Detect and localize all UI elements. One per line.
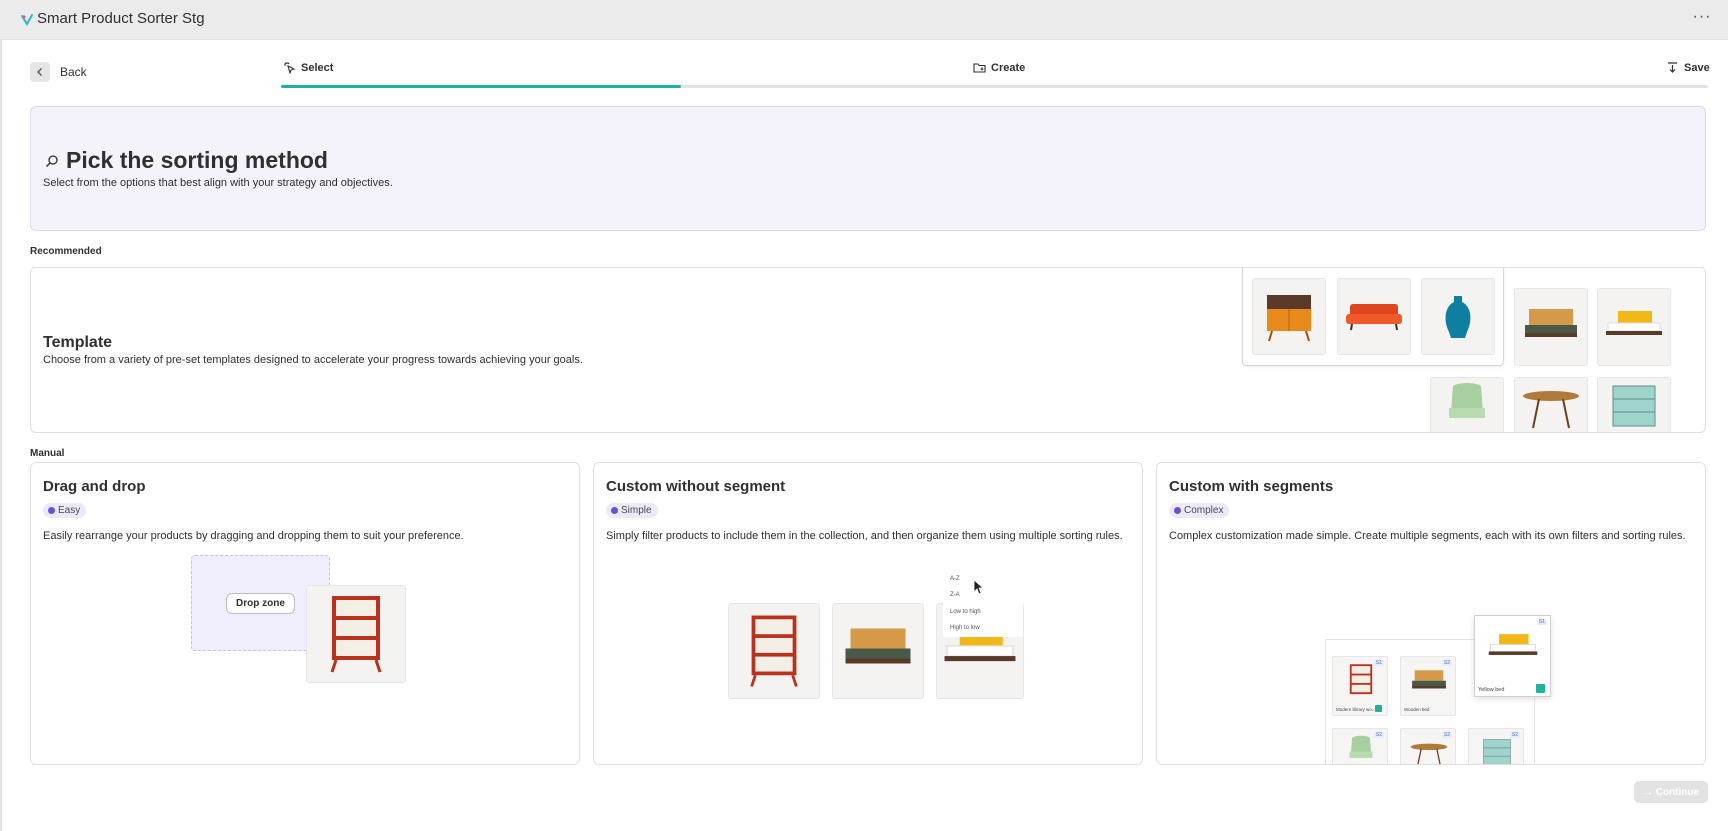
template-preview-group xyxy=(1242,268,1504,366)
difficulty-badge: Complex xyxy=(1169,503,1230,518)
segment-item: S1 Modern library wo... xyxy=(1332,656,1388,716)
segment-count-chip xyxy=(1536,684,1545,693)
step-save[interactable]: Save xyxy=(1666,61,1710,74)
page-title: Pick the sorting method xyxy=(66,147,328,173)
page-subtitle: Select from the options that best align … xyxy=(43,177,393,189)
method-card-drag-and-drop[interactable]: Drag and drop Easy Easily rearrange your… xyxy=(30,462,580,765)
bookshelf-icon xyxy=(1349,664,1373,695)
bed-icon xyxy=(1514,288,1588,366)
section-manual: Manual xyxy=(30,448,65,459)
step-select[interactable]: Select xyxy=(283,61,333,74)
drop-zone-button[interactable]: Drop zone xyxy=(226,593,295,614)
vase-icon xyxy=(1421,278,1495,355)
segment-item-name: Yellow bed xyxy=(1478,687,1505,693)
step-create[interactable]: Create xyxy=(973,61,1025,74)
chevron-left-icon xyxy=(30,62,50,82)
segment-item-name: Wooden bed xyxy=(1404,707,1430,712)
armchair-icon xyxy=(1430,377,1504,432)
method-card-custom-with-segments[interactable]: Custom with segments Complex Complex cus… xyxy=(1156,462,1706,765)
bed-icon xyxy=(1412,670,1446,689)
method-card-custom-without-segment[interactable]: Custom without segment Simple Simply fil… xyxy=(593,462,1143,765)
method-title: Custom without segment xyxy=(606,478,786,495)
cursor-icon xyxy=(973,579,985,595)
method-title: Custom with segments xyxy=(1169,478,1334,495)
segment-item-name: Modern library wo... xyxy=(1336,707,1376,712)
bed-icon xyxy=(832,603,924,699)
back-label: Back xyxy=(60,65,87,79)
template-card[interactable]: Template Choose from a variety of pre-se… xyxy=(30,267,1706,433)
sort-dropdown: A-Z Z-A Low to high High to low xyxy=(943,573,1023,637)
armchair-icon xyxy=(1349,735,1373,758)
method-description: Easily rearrange your products by draggi… xyxy=(43,530,464,542)
segment-tag: S2 xyxy=(1441,660,1452,666)
step-label: Save xyxy=(1684,61,1710,74)
segment-item: S2 xyxy=(1468,728,1524,764)
section-recommended: Recommended xyxy=(30,246,102,257)
app-logo-icon xyxy=(21,14,33,26)
segment-tag: S2 xyxy=(1373,732,1384,738)
segment-item: S2 Wooden bed xyxy=(1400,656,1456,716)
difficulty-badge: Simple xyxy=(606,503,658,518)
template-description: Choose from a variety of pre-set templat… xyxy=(43,354,583,366)
app-bar: Smart Product Sorter Stg ··· xyxy=(0,0,1728,40)
sofa-icon xyxy=(1337,278,1411,355)
folder-add-icon xyxy=(973,63,986,73)
segment-item: S2 xyxy=(1400,728,1456,764)
more-options-button[interactable]: ··· xyxy=(1690,8,1714,30)
sort-option[interactable]: High to low xyxy=(950,625,980,631)
bookshelf-icon xyxy=(306,585,406,683)
yellow-bed-icon xyxy=(1488,634,1538,655)
cabinet-icon xyxy=(1597,377,1671,432)
bookshelf-icon xyxy=(728,603,820,699)
sort-option[interactable]: Low to high xyxy=(950,609,981,615)
page: Back Select Create Save Pick the sorting… xyxy=(0,40,1728,831)
segment-count-chip xyxy=(1375,705,1382,712)
hero-banner: Pick the sorting method Select from the … xyxy=(30,106,1706,231)
pointer-click-icon xyxy=(284,62,296,74)
method-description: Complex customization made simple. Creat… xyxy=(1169,530,1686,542)
segment-item-highlighted: S1 Yellow bed xyxy=(1474,615,1551,697)
template-title: Template xyxy=(43,334,113,351)
segment-item: S2 xyxy=(1332,728,1388,764)
difficulty-badge: Easy xyxy=(43,503,87,518)
sort-option[interactable]: Z-A xyxy=(950,592,960,598)
app-title: Smart Product Sorter Stg xyxy=(37,10,205,27)
sort-option[interactable]: A-Z xyxy=(950,576,960,582)
method-description: Simply filter products to include them i… xyxy=(606,530,1123,542)
download-icon xyxy=(1668,62,1677,73)
continue-button[interactable]: → Continue xyxy=(1634,781,1708,803)
progress-fill xyxy=(281,85,681,88)
step-label: Select xyxy=(301,61,334,74)
yellow-bed-icon xyxy=(1597,288,1671,366)
round-table-icon xyxy=(1514,377,1588,432)
segment-tag: S1 xyxy=(1373,660,1384,666)
segment-tag: S2 xyxy=(1441,732,1452,738)
sort-magnifier-icon xyxy=(45,155,58,168)
cabinet-icon xyxy=(1483,739,1511,764)
step-label: Create xyxy=(991,61,1026,74)
method-title: Drag and drop xyxy=(43,478,146,495)
segment-tag: S1 xyxy=(1536,619,1547,625)
round-table-icon xyxy=(1410,743,1448,764)
dresser-icon xyxy=(1252,278,1326,355)
back-button[interactable]: Back xyxy=(30,62,87,82)
